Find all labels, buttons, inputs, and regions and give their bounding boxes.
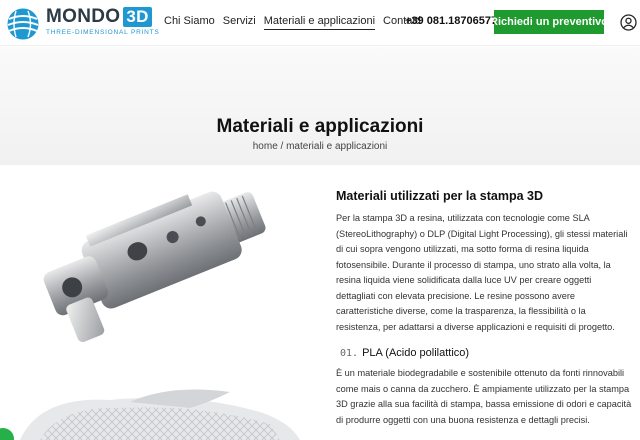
material-item-description: È un materiale biodegradabile e sostenib… [336, 368, 632, 425]
section-title: Materiali utilizzati per la stampa 3D [336, 189, 544, 203]
nav-item-materiali[interactable]: Materiali e applicazioni [263, 15, 376, 30]
page-title: Materiali e applicazioni [216, 116, 424, 137]
material-item-number: 01. [340, 348, 359, 359]
request-quote-button[interactable]: Richiedi un preventivo [490, 10, 608, 34]
phone-number[interactable]: +39 081.18706577 [405, 15, 497, 27]
lattice-print-image [20, 389, 300, 440]
logo-wordmark: MONDO 3D [46, 6, 152, 28]
nav-item-servizi[interactable]: Servizi [223, 15, 256, 30]
nav-item-chi-siamo[interactable]: Chi Siamo [164, 15, 215, 30]
main-nav: Chi Siamo Servizi Materiali e applicazio… [164, 15, 421, 30]
metal-part-image [43, 191, 266, 343]
logo-tagline: THREE-DIMENSIONAL PRINTS [46, 29, 160, 36]
logo-main-text: MONDO [46, 6, 121, 27]
site-logo[interactable]: MONDO 3D THREE-DIMENSIONAL PRINTS [6, 5, 159, 41]
breadcrumb-separator: / [277, 141, 287, 152]
logo-3d-badge: 3D [123, 7, 152, 27]
site-header: MONDO 3D THREE-DIMENSIONAL PRINTS Chi Sia… [0, 0, 640, 46]
globe-logo-icon [7, 8, 39, 40]
intro-paragraph: Per la stampa 3D a resina, utilizzata co… [336, 213, 628, 332]
material-item-heading: 01. PLA (Acido polilattico) [340, 347, 469, 359]
breadcrumb: home / materiali e applicazioni [0, 141, 640, 152]
breadcrumb-current: materiali e applicazioni [286, 141, 388, 152]
material-item-title: PLA (Acido polilattico) [362, 347, 470, 359]
breadcrumb-home-link[interactable]: home [253, 141, 278, 152]
user-circle-icon[interactable] [620, 14, 637, 31]
